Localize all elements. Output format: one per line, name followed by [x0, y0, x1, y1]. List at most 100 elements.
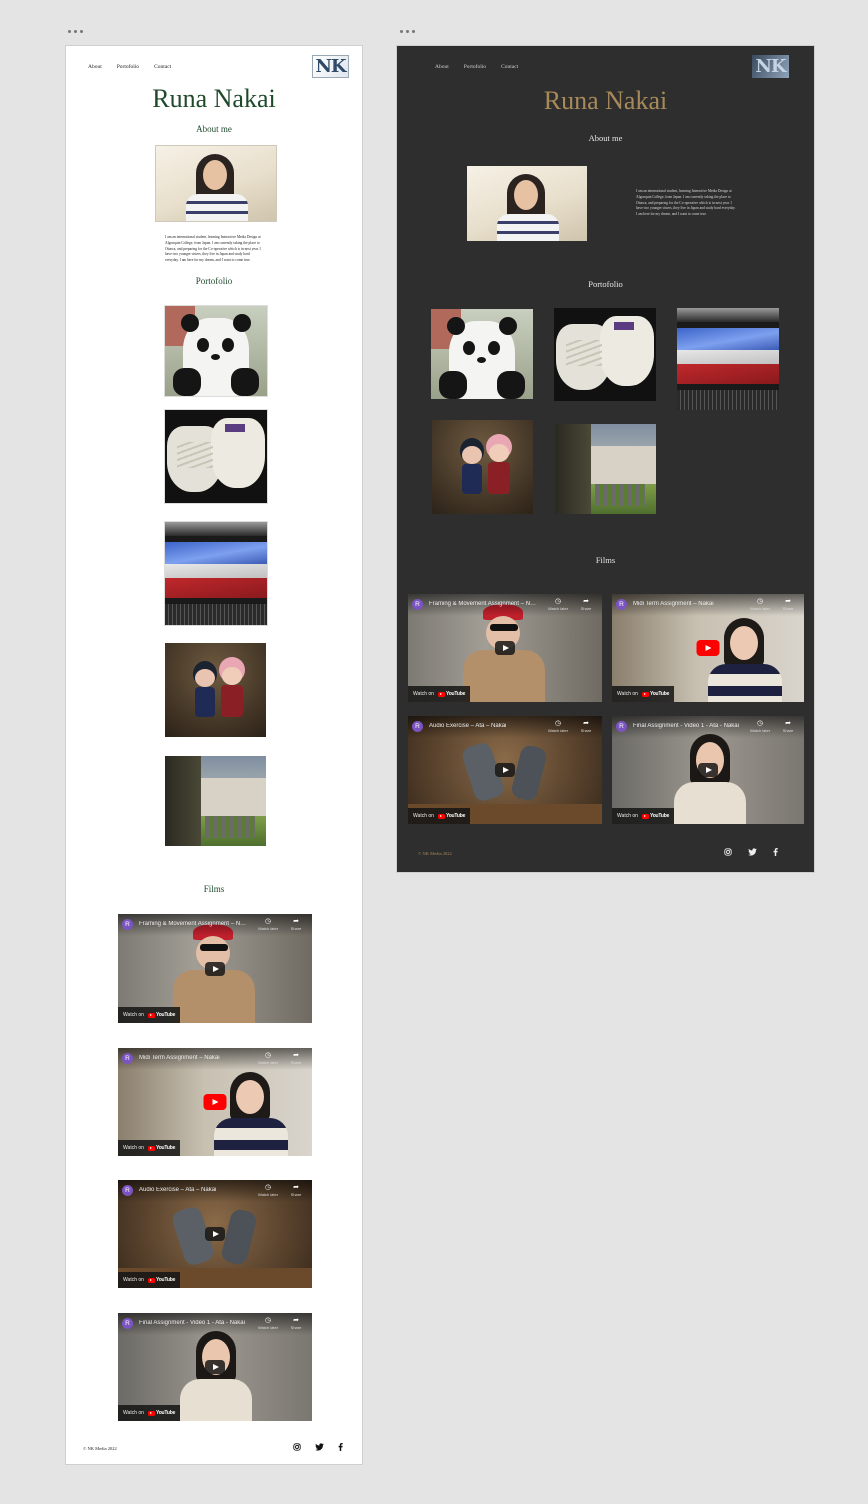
video-embed-4[interactable]: R Final Assignment - Video 1 - Ata - Nak…	[612, 716, 804, 824]
channel-avatar[interactable]: R	[122, 919, 133, 930]
watch-on-youtube-button[interactable]: Watch on YouTube	[408, 808, 471, 824]
share-label: Share	[580, 728, 592, 733]
channel-avatar[interactable]: R	[412, 721, 423, 732]
portfolio-brush-image[interactable]	[164, 521, 268, 626]
channel-avatar[interactable]: R	[616, 721, 627, 732]
video-embed-1[interactable]: R Framing & Movement Assignment – Na... …	[408, 594, 602, 702]
nav-portfolio-link[interactable]: Portofolio	[464, 64, 486, 70]
video-embed-3[interactable]: R Audio Exercise – Ata – Nakai ◷ Watch la…	[408, 716, 602, 824]
channel-avatar[interactable]: R	[616, 599, 627, 610]
watch-on-youtube-button[interactable]: Watch on YouTube	[612, 686, 675, 702]
video-title[interactable]: Midi Term Assignment – Nakai	[139, 1055, 248, 1061]
nav-about-link[interactable]: About	[88, 64, 102, 70]
channel-avatar[interactable]: R	[122, 1185, 133, 1196]
play-button[interactable]	[203, 1094, 227, 1110]
portfolio-panda-image[interactable]	[164, 305, 268, 397]
nav-contact-link[interactable]: Contact	[501, 64, 518, 70]
portfolio-figures-image[interactable]	[165, 643, 266, 737]
watch-later-button[interactable]: ◷ Watch later	[256, 1183, 280, 1197]
desktop-dark-page: About Portofolio Contact NK Runa Nakai A…	[396, 45, 815, 873]
share-icon: ➦	[785, 720, 791, 727]
portfolio-figures-image[interactable]	[432, 420, 533, 514]
youtube-logo: YouTube	[641, 813, 669, 819]
youtube-label: YouTube	[155, 1277, 176, 1283]
footer-copyright: © NK Media 2022	[418, 851, 452, 856]
share-button[interactable]: ➦ Share	[776, 719, 800, 733]
nav-about-link[interactable]: About	[435, 64, 449, 70]
watch-later-button[interactable]: ◷ Watch later	[256, 1051, 280, 1065]
share-button[interactable]: ➦ Share	[284, 917, 308, 931]
facebook-icon[interactable]	[773, 848, 778, 856]
youtube-label: YouTube	[649, 691, 670, 697]
video-embed-1[interactable]: R Framing & Movement Assignment – Na... …	[118, 914, 312, 1023]
watch-later-button[interactable]: ◷ Watch later	[546, 719, 570, 733]
watch-later-button[interactable]: ◷ Watch later	[256, 917, 280, 931]
watch-later-button[interactable]: ◷ Watch later	[748, 597, 772, 611]
video-title[interactable]: Framing & Movement Assignment – Na...	[429, 601, 538, 607]
portfolio-brush-image[interactable]	[677, 308, 779, 410]
play-button[interactable]	[696, 640, 720, 656]
clock-icon: ◷	[756, 598, 764, 605]
channel-avatar[interactable]: R	[412, 599, 423, 610]
play-button[interactable]	[205, 961, 225, 976]
watch-on-youtube-button[interactable]: Watch on YouTube	[118, 1140, 181, 1156]
watch-on-label: Watch on	[123, 1277, 144, 1283]
video-title[interactable]: Final Assignment - Video 1 - Ata - Nakai	[633, 723, 740, 729]
nk-logo[interactable]: NK	[752, 55, 789, 78]
portfolio-sneakers-image[interactable]	[554, 308, 656, 401]
video-title[interactable]: Midi Term Assignment – Nakai	[633, 601, 740, 607]
nav-portfolio-link[interactable]: Portofolio	[117, 64, 139, 70]
video-header-2: R Midi Term Assignment – Nakai ◷ Watch la…	[118, 1048, 312, 1070]
share-button[interactable]: ➦ Share	[574, 719, 598, 733]
instagram-icon[interactable]	[724, 848, 732, 856]
youtube-label: YouTube	[155, 1012, 176, 1018]
watch-on-youtube-button[interactable]: Watch on YouTube	[118, 1007, 181, 1023]
share-button[interactable]: ➦ Share	[574, 597, 598, 611]
watch-on-label: Watch on	[123, 1012, 144, 1018]
twitter-icon[interactable]	[315, 1443, 324, 1451]
video-embed-2[interactable]: R Midi Term Assignment – Nakai ◷ Watch la…	[118, 1048, 312, 1156]
share-button[interactable]: ➦ Share	[284, 1183, 308, 1197]
play-button[interactable]	[205, 1227, 225, 1241]
watch-later-button[interactable]: ◷ Watch later	[256, 1316, 280, 1330]
watch-on-youtube-button[interactable]: Watch on YouTube	[612, 808, 675, 824]
video-embed-3[interactable]: R Audio Exercise – Ata – Nakai ◷ Watch la…	[118, 1180, 312, 1288]
instagram-icon[interactable]	[293, 1443, 301, 1451]
channel-avatar[interactable]: R	[122, 1053, 133, 1064]
video-title[interactable]: Audio Exercise – Ata – Nakai	[429, 723, 538, 729]
portfolio-campus-image[interactable]	[165, 756, 266, 846]
play-button[interactable]	[205, 1360, 225, 1374]
share-button[interactable]: ➦ Share	[284, 1051, 308, 1065]
facebook-icon[interactable]	[338, 1443, 343, 1451]
share-button[interactable]: ➦ Share	[776, 597, 800, 611]
social-links	[724, 848, 778, 856]
play-button[interactable]	[495, 641, 515, 655]
watch-on-youtube-button[interactable]: Watch on YouTube	[118, 1272, 181, 1288]
nav-contact-link[interactable]: Contact	[154, 64, 171, 70]
video-embed-2[interactable]: R Midi Term Assignment – Nakai ◷ Watch la…	[612, 594, 804, 702]
play-icon	[502, 645, 509, 651]
watch-on-youtube-button[interactable]: Watch on YouTube	[118, 1405, 181, 1421]
video-title[interactable]: Final Assignment - Video 1 - Ata - Nakai	[139, 1320, 248, 1326]
youtube-icon	[641, 691, 649, 697]
portfolio-panda-image[interactable]	[431, 309, 533, 399]
twitter-icon[interactable]	[748, 848, 757, 856]
nk-logo[interactable]: NK	[312, 55, 349, 78]
youtube-icon	[147, 1012, 155, 1018]
video-header-3: R Audio Exercise – Ata – Nakai ◷ Watch la…	[408, 716, 602, 738]
play-icon	[212, 1099, 219, 1105]
portfolio-sneakers-image[interactable]	[164, 409, 268, 504]
video-title[interactable]: Framing & Movement Assignment – Na...	[139, 921, 248, 927]
video-title[interactable]: Audio Exercise – Ata – Nakai	[139, 1187, 248, 1193]
play-button[interactable]	[495, 763, 515, 777]
play-button[interactable]	[698, 763, 718, 777]
youtube-icon	[147, 1145, 155, 1151]
watch-later-label: Watch later	[547, 606, 569, 611]
video-embed-4[interactable]: R Final Assignment - Video 1 - Ata - Nak…	[118, 1313, 312, 1421]
channel-avatar[interactable]: R	[122, 1318, 133, 1329]
watch-later-button[interactable]: ◷ Watch later	[546, 597, 570, 611]
portfolio-campus-image[interactable]	[555, 424, 656, 514]
watch-later-button[interactable]: ◷ Watch later	[748, 719, 772, 733]
share-button[interactable]: ➦ Share	[284, 1316, 308, 1330]
watch-on-youtube-button[interactable]: Watch on YouTube	[408, 686, 471, 702]
